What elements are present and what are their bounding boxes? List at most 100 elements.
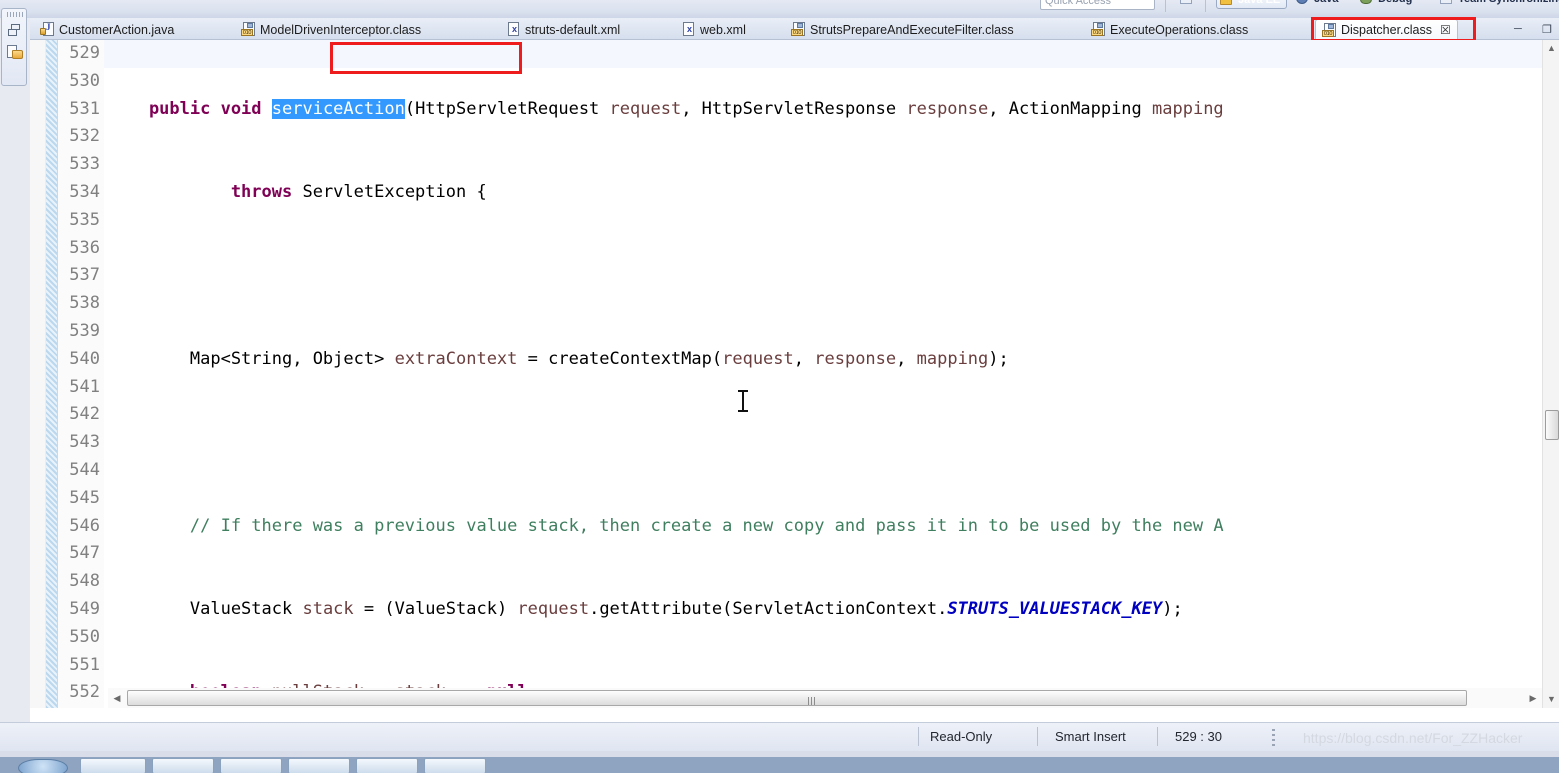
- class-file-icon: 010: [1091, 22, 1105, 37]
- line-number: 549: [69, 598, 100, 619]
- line-number: 550: [69, 626, 100, 647]
- line-number: 532: [69, 126, 100, 147]
- editor-tab-label: StrutsPrepareAndExecuteFilter.class: [810, 22, 1014, 37]
- debug-perspective-icon: [1360, 0, 1372, 4]
- perspective-debug[interactable]: Debug: [1360, 0, 1412, 9]
- editor-tab-struts-default-xml[interactable]: struts-default.xml: [500, 19, 626, 40]
- taskbar-item[interactable]: [288, 758, 350, 773]
- maximize-icon[interactable]: ❐: [1542, 23, 1552, 36]
- minimized-view-stack[interactable]: [1, 8, 27, 86]
- horizontal-scrollbar-thumb[interactable]: [127, 690, 1467, 706]
- perspective-java-label: Java: [1314, 0, 1338, 5]
- xml-file-icon: [506, 22, 520, 37]
- watermark-text: https://blog.csdn.net/For_ZZHacker: [1303, 730, 1523, 746]
- java-file-icon: [40, 22, 54, 37]
- scroll-down-icon[interactable]: ▼: [1543, 691, 1559, 708]
- status-divider: [1157, 727, 1158, 746]
- open-perspective-icon: [1180, 0, 1192, 4]
- class-file-icon: 010: [241, 22, 255, 37]
- scroll-left-icon[interactable]: ◀: [108, 688, 126, 708]
- line-number: 544: [69, 459, 100, 480]
- editor-marker-gutter[interactable]: [30, 40, 46, 708]
- perspective-team-sync[interactable]: Team Synchronizing: [1440, 0, 1559, 9]
- code-line: Map<String, Object> extraContext = creat…: [108, 348, 1009, 369]
- line-number: 540: [69, 348, 100, 369]
- close-icon[interactable]: ☒: [1440, 23, 1451, 37]
- line-number: 546: [69, 515, 100, 536]
- status-bar: Read-Only Smart Insert 529 : 30 https://…: [0, 722, 1559, 751]
- start-button[interactable]: [18, 759, 68, 773]
- code-line: throws ServletException {: [108, 181, 487, 202]
- line-number: 541: [69, 376, 100, 397]
- line-number: 548: [69, 571, 100, 592]
- taskbar-item[interactable]: [152, 758, 214, 773]
- editor-tab-dispatcher-class[interactable]: 010 Dispatcher.class ☒: [1315, 19, 1458, 40]
- editor-tab-label: ModelDrivenInterceptor.class: [260, 22, 422, 37]
- editor-tab-modeldriveninterceptor-class[interactable]: 010 ModelDrivenInterceptor.class: [235, 19, 427, 40]
- windows-taskbar: [0, 751, 1559, 773]
- line-number: 531: [69, 98, 100, 119]
- scroll-right-icon[interactable]: ▶: [1524, 688, 1542, 708]
- quick-access-input[interactable]: Quick Access: [1040, 0, 1155, 10]
- editor-tab-label: struts-default.xml: [525, 22, 621, 37]
- selected-token[interactable]: serviceAction: [271, 98, 405, 119]
- status-read-only: Read-Only: [930, 729, 993, 744]
- toolbar-separator: [1165, 0, 1166, 12]
- editor-tab-executeoperations-class[interactable]: 010 ExecuteOperations.class: [1085, 19, 1254, 40]
- line-number: 534: [69, 181, 100, 202]
- editor-tab-label: CustomerAction.java: [59, 22, 175, 37]
- xml-file-icon: [681, 22, 695, 37]
- drag-handle-dots[interactable]: [7, 12, 23, 17]
- minimize-icon[interactable]: ─: [1514, 23, 1522, 35]
- restore-icon[interactable]: [7, 23, 23, 39]
- source-code-text[interactable]: public void serviceAction(HttpServletReq…: [108, 40, 1559, 708]
- line-number: 551: [69, 654, 100, 675]
- status-divider: [1037, 727, 1038, 746]
- editor-annotation-gutter[interactable]: [46, 40, 58, 708]
- vertical-scrollbar-thumb[interactable]: [1545, 410, 1559, 440]
- line-number: 536: [69, 237, 100, 258]
- code-line: public void serviceAction(HttpServletReq…: [108, 98, 1224, 119]
- taskbar-item[interactable]: [80, 758, 146, 773]
- status-cursor-position: 529 : 30: [1175, 729, 1222, 744]
- open-perspective-button[interactable]: [1180, 0, 1195, 9]
- line-number: 538: [69, 293, 100, 314]
- line-number: 530: [69, 70, 100, 91]
- editor-tab-label: web.xml: [700, 22, 746, 37]
- taskbar-item[interactable]: [356, 758, 418, 773]
- line-number: 533: [69, 154, 100, 175]
- perspective-java-ee-label: Java EE: [1238, 0, 1281, 6]
- editor-tab-bar: CustomerAction.java 010 ModelDrivenInter…: [30, 18, 1559, 40]
- line-number: 552: [69, 682, 100, 703]
- editor-tab-web-xml[interactable]: web.xml: [675, 19, 752, 40]
- line-number: 547: [69, 543, 100, 564]
- perspective-java[interactable]: Java: [1296, 0, 1339, 9]
- status-resize-grip[interactable]: [1272, 729, 1275, 747]
- horizontal-scrollbar[interactable]: ◀ ▶: [108, 688, 1542, 708]
- class-file-icon: 010: [791, 22, 805, 37]
- line-number: 529: [69, 43, 100, 63]
- perspective-java-ee[interactable]: Java EE: [1216, 0, 1288, 9]
- scroll-up-icon[interactable]: ▲: [1543, 40, 1559, 57]
- perspective-debug-label: Debug: [1378, 0, 1412, 5]
- line-number: 543: [69, 432, 100, 453]
- team-sync-perspective-icon: [1440, 0, 1452, 4]
- editor-tab-customeraction-java[interactable]: CustomerAction.java: [34, 19, 180, 40]
- line-number: 545: [69, 487, 100, 508]
- line-number-ruler: 529 530 531 532 533 534 535 536 537 538 …: [58, 40, 104, 708]
- status-insert-mode[interactable]: Smart Insert: [1055, 729, 1126, 744]
- code-editor-canvas[interactable]: 529 530 531 532 533 534 535 536 537 538 …: [30, 40, 1559, 708]
- editor-tab-strutsprepareandexecutefilter-class[interactable]: 010 StrutsPrepareAndExecuteFilter.class: [785, 19, 1020, 40]
- line-number: 537: [69, 265, 100, 286]
- taskbar-item[interactable]: [220, 758, 282, 773]
- line-number: 535: [69, 209, 100, 230]
- taskbar-item[interactable]: [424, 758, 486, 773]
- vertical-scrollbar[interactable]: ▲ ▼: [1542, 40, 1559, 708]
- code-line: ValueStack stack = (ValueStack) request.…: [108, 598, 1183, 619]
- status-divider: [918, 727, 919, 746]
- line-number: 539: [69, 320, 100, 341]
- class-file-icon: 010: [1322, 22, 1336, 38]
- package-explorer-icon[interactable]: [7, 45, 23, 61]
- toolbar-separator-2: [1205, 0, 1206, 12]
